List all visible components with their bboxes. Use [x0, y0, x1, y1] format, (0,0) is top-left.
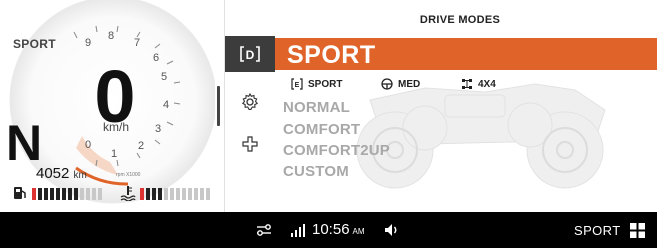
steering-value: MED: [398, 78, 421, 90]
fuel-level-segment: [92, 188, 96, 200]
fuel-level-segment: [74, 188, 78, 200]
coolant-level-segment: [170, 188, 174, 200]
rpm-tick-0: 0: [85, 139, 92, 151]
plus-icon: [242, 136, 258, 152]
rpm-tick-4: 4: [163, 99, 170, 111]
drive-mode-icon-letter: D: [246, 48, 255, 62]
key-icon[interactable]: [256, 224, 272, 236]
drive-mode-menu-button[interactable]: D: [225, 36, 275, 72]
coolant-level-segment: [164, 188, 168, 200]
selected-mode-banner[interactable]: SPORT: [275, 38, 657, 70]
rpm-tick-2: 2: [138, 140, 145, 152]
engine-mode-value: SPORT: [308, 78, 343, 90]
coolant-level-segment: [146, 188, 150, 200]
drivetrain-icon: [462, 79, 472, 89]
signal-strength-icon: [291, 224, 305, 237]
drivetrain-status: 4X4: [461, 77, 496, 91]
fuel-level-segment: [80, 188, 84, 200]
rpm-tick-9: 9: [85, 37, 92, 49]
panel-scroll-indicator: [217, 86, 220, 126]
fuel-level-segment: [68, 188, 72, 200]
drivetrain-value: 4X4: [478, 78, 496, 90]
coolant-level-segment: [176, 188, 180, 200]
settings-menu-button[interactable]: [225, 84, 275, 120]
coolant-level-segment: [200, 188, 204, 200]
fuel-level-segment: [86, 188, 90, 200]
instrument-cluster: SPORT 9 8 7 6 5 4 3 2 1 0 rpm X1000 0 km…: [0, 0, 215, 212]
fuel-level-segment: [44, 188, 48, 200]
bottom-mode-label: SPORT: [574, 223, 621, 238]
mode-option-normal[interactable]: NORMAL: [283, 99, 350, 116]
engine-mode-icon: E: [291, 78, 303, 90]
rpm-tick-8: 8: [108, 30, 115, 42]
selected-mode-label: SPORT: [287, 41, 376, 69]
fuel-pump-icon: [14, 187, 26, 199]
gear-indicator: N: [6, 115, 43, 171]
rpm-tick-1: 1: [111, 148, 118, 160]
mode-option-comfort2up[interactable]: COMFORT2UP: [283, 142, 390, 159]
coolant-level-segment: [152, 188, 156, 200]
side-menu: D: [224, 0, 276, 212]
odometer-unit: km: [73, 170, 87, 181]
clock-time: 10:56: [312, 221, 350, 238]
coolant-level-segment: [194, 188, 198, 200]
steering-wheel-icon: [381, 78, 393, 90]
mode-option-comfort[interactable]: COMFORT: [283, 121, 360, 138]
dashboard-screen: SPORT 9 8 7 6 5 4 3 2 1 0 rpm X1000 0 km…: [0, 0, 657, 248]
coolant-level-segment: [182, 188, 186, 200]
rpm-tick-6: 6: [153, 52, 160, 64]
clock: 10:56 AM: [312, 221, 365, 238]
coolant-level-segment: [140, 188, 144, 200]
drive-modes-panel: DRIVE MODES SPORT E SPORT MED 4X4 NORMAL…: [275, 0, 657, 212]
engine-mode-status: E SPORT: [291, 77, 342, 91]
fuel-level-segment: [56, 188, 60, 200]
fuel-level-segment: [50, 188, 54, 200]
coolant-gauge-bars: [140, 186, 210, 202]
fuel-level-segment: [98, 188, 102, 200]
gear-icon: [241, 93, 259, 110]
fuel-level-segment: [32, 188, 36, 200]
fuel-level-segment: [38, 188, 42, 200]
rpm-tick-5: 5: [161, 71, 168, 83]
rpm-tick-7: 7: [134, 37, 141, 49]
coolant-level-segment: [206, 188, 210, 200]
rpm-unit-label: rpm X1000: [116, 172, 141, 178]
coolant-temp-icon: [120, 186, 136, 201]
coolant-level-segment: [188, 188, 192, 200]
add-menu-button[interactable]: [225, 126, 275, 162]
gauge-mode-label: SPORT: [13, 37, 56, 51]
clock-ampm: AM: [352, 227, 365, 236]
bottom-status-bar: 10:56 AM SPORT: [0, 212, 657, 248]
drive-mode-icon: D: [240, 46, 260, 62]
svg-text:E: E: [295, 82, 300, 89]
speed-unit: km/h: [102, 120, 129, 134]
mode-option-custom[interactable]: CUSTOM: [283, 163, 349, 180]
rpm-tick-3: 3: [155, 123, 162, 135]
app-grid-icon[interactable]: [630, 223, 645, 238]
odometer-value: 4052: [36, 165, 70, 182]
volume-icon[interactable]: [384, 223, 400, 237]
fuel-level-segment: [62, 188, 66, 200]
fuel-gauge-bars: [32, 186, 102, 202]
drive-modes-title: DRIVE MODES: [419, 14, 501, 26]
coolant-level-segment: [158, 188, 162, 200]
steering-status: MED: [381, 77, 420, 91]
odometer: 4052 km: [36, 165, 87, 182]
